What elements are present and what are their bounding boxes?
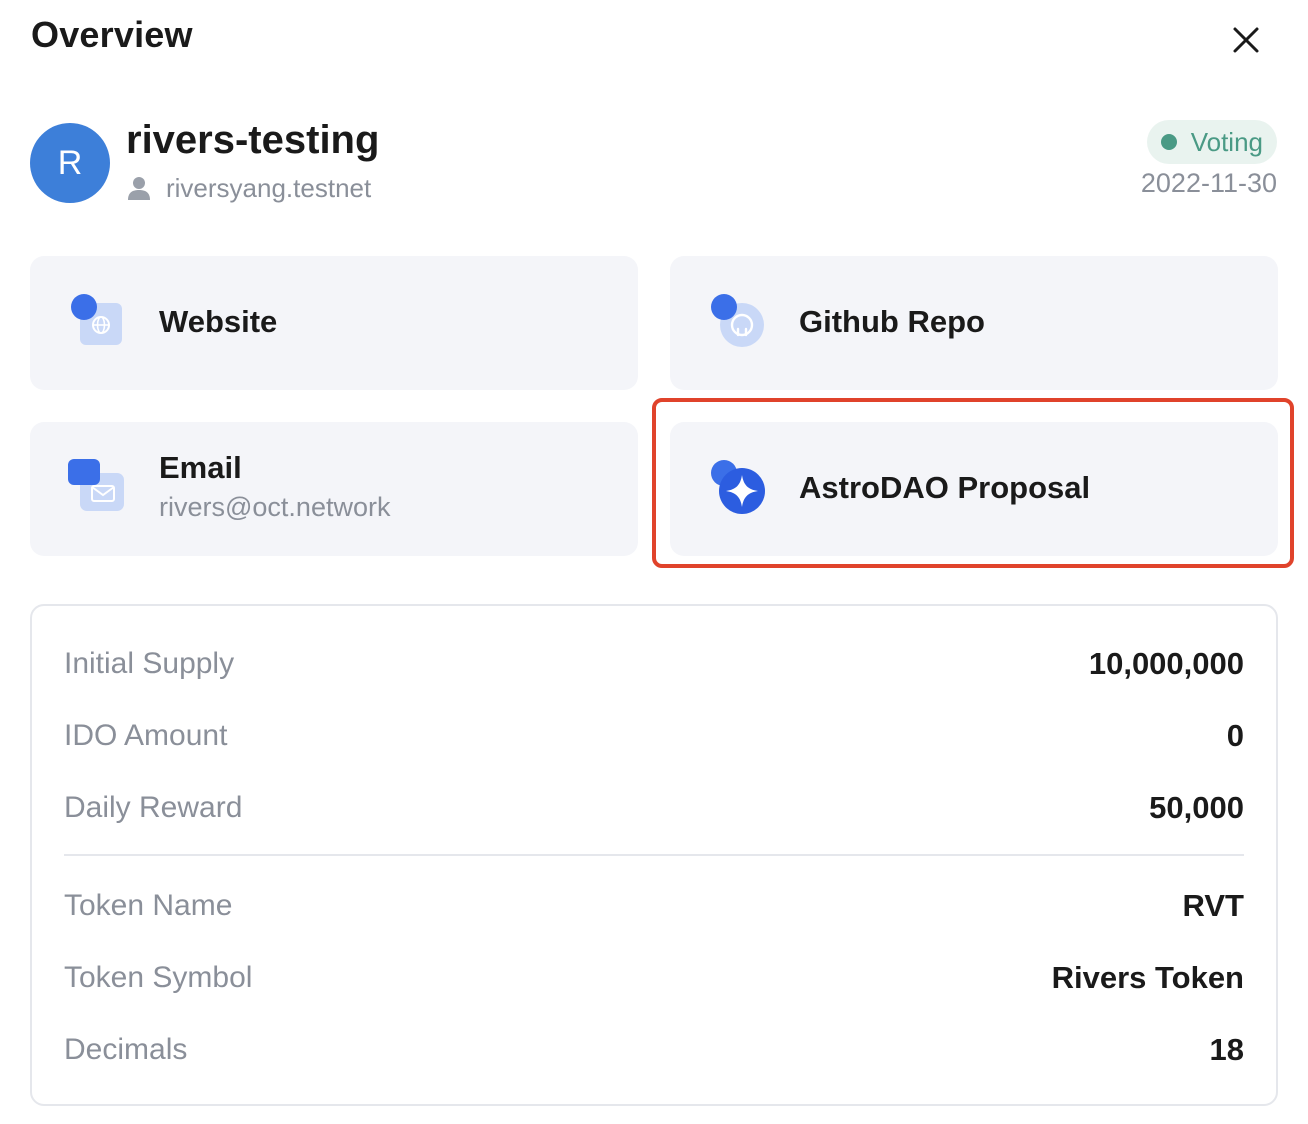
status-dot	[1160, 134, 1177, 150]
account-name: riversyang.testnet	[166, 172, 372, 203]
row-value: 10,000,000	[1088, 646, 1244, 681]
row-value: 18	[1209, 1032, 1244, 1067]
row-label: Daily Reward	[64, 791, 243, 824]
page-title: Overview	[31, 14, 193, 55]
mail-icon	[68, 459, 124, 511]
row-label: Decimals	[64, 1033, 188, 1066]
user-icon	[128, 177, 150, 200]
status-label: Voting	[1190, 126, 1263, 157]
avatar: R	[30, 123, 110, 203]
github-icon	[711, 294, 764, 347]
row-label: Initial Supply	[64, 647, 235, 680]
row-value: RVT	[1182, 888, 1244, 923]
row-label: Token Name	[64, 889, 233, 922]
info-row-daily-reward: Daily Reward 50,000	[64, 788, 1244, 828]
row-value: 50,000	[1149, 790, 1244, 825]
github-label: Github Repo	[799, 304, 985, 339]
website-label: Website	[159, 304, 278, 339]
row-value: Rivers Token	[1051, 960, 1244, 995]
info-row-token-symbol: Token Symbol Rivers Token	[64, 958, 1244, 998]
email-address[interactable]: rivers@oct.network	[159, 492, 390, 523]
close-button[interactable]	[1226, 20, 1266, 60]
astrodao-label: AstroDAO Proposal	[799, 470, 1091, 505]
project-name: rivers-testing	[126, 118, 380, 162]
row-label: Token Symbol	[64, 961, 253, 994]
globe-icon	[71, 294, 122, 345]
status-badge: Voting	[1146, 120, 1277, 164]
astrodao-icon	[711, 460, 765, 514]
info-row-token-name: Token Name RVT	[64, 886, 1244, 926]
proposal-date: 2022-11-30	[1140, 168, 1277, 198]
info-row-ido-amount: IDO Amount 0	[64, 716, 1244, 756]
row-value: 0	[1226, 718, 1244, 753]
row-label: IDO Amount	[64, 719, 228, 752]
close-icon[interactable]	[1226, 20, 1266, 60]
email-label: Email	[159, 450, 242, 485]
email-link-card[interactable]: Email rivers@oct.network	[30, 422, 638, 556]
astrodao-proposal-card[interactable]: AstroDAO Proposal	[670, 422, 1278, 556]
token-info-panel: Initial Supply 10,000,000 IDO Amount 0 D…	[30, 604, 1278, 1106]
project-account: riversyang.testnet	[126, 170, 371, 206]
github-link-card[interactable]: Github Repo	[670, 256, 1278, 390]
website-link-card[interactable]: Website	[30, 256, 638, 390]
info-row-initial-supply: Initial Supply 10,000,000	[64, 644, 1244, 684]
info-row-decimals: Decimals 18	[64, 1030, 1244, 1070]
avatar-letter: R	[57, 143, 83, 182]
section-divider	[64, 854, 1244, 856]
